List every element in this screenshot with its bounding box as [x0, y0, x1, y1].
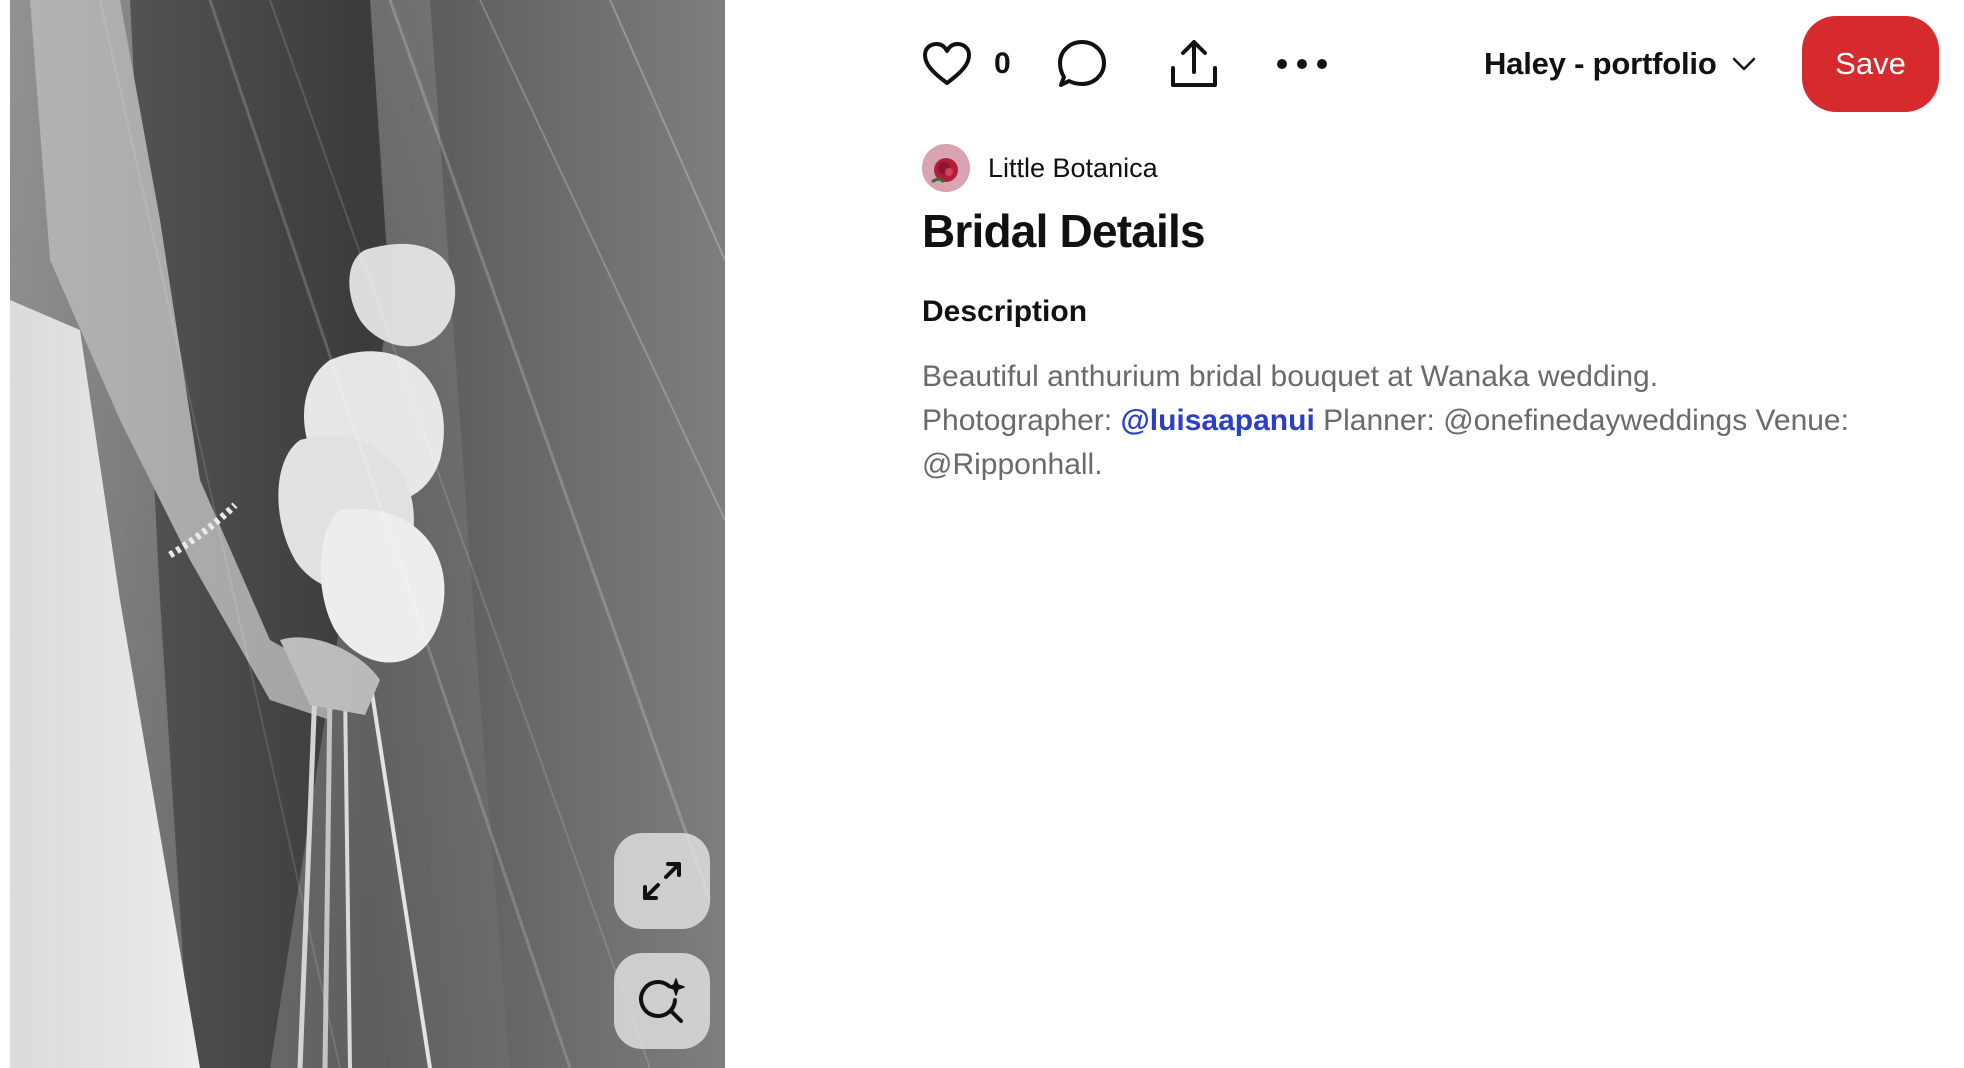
expand-arrows-icon — [643, 862, 681, 900]
creator-name[interactable]: Little Botanica — [988, 153, 1158, 184]
share-upload-icon — [1171, 40, 1217, 87]
board-name: Haley - portfolio — [1484, 46, 1717, 81]
pin-image[interactable] — [10, 0, 725, 1068]
heart-icon — [923, 42, 971, 85]
like-button[interactable] — [920, 16, 974, 112]
pin-description: Beautiful anthurium bridal bouquet at Wa… — [922, 355, 1942, 487]
chevron-down-icon — [1732, 57, 1755, 71]
pin-title: Bridal Details — [922, 205, 1206, 257]
visual-search-lens-icon — [639, 978, 685, 1023]
share-button[interactable] — [1164, 16, 1224, 112]
pin-action-bar: 0 Haley - portfolio Save — [920, 16, 1940, 112]
description-heading: Description — [922, 295, 1088, 328]
more-options-button[interactable] — [1272, 16, 1332, 112]
creator-link[interactable]: Little Botanica — [922, 144, 1158, 192]
creator-avatar[interactable] — [922, 144, 970, 192]
speech-bubble-icon — [1058, 40, 1106, 87]
like-count: 0 — [994, 47, 1011, 80]
ellipsis-icon — [1277, 59, 1327, 69]
description-photographer-prefix: Photographer: — [922, 404, 1121, 437]
pin-closeup-page: 0 Haley - portfolio Save Little Botanica… — [0, 0, 1964, 1068]
board-selector-dropdown[interactable]: Haley - portfolio — [1484, 16, 1757, 112]
comment-button[interactable] — [1052, 16, 1112, 112]
photographer-mention-link[interactable]: @luisaapanui — [1120, 404, 1314, 437]
rose-avatar-icon — [922, 144, 970, 192]
visual-search-button[interactable] — [614, 953, 710, 1049]
save-button[interactable]: Save — [1802, 16, 1939, 112]
expand-image-button[interactable] — [614, 833, 710, 929]
description-line-1: Beautiful anthurium bridal bouquet at Wa… — [922, 360, 1659, 393]
